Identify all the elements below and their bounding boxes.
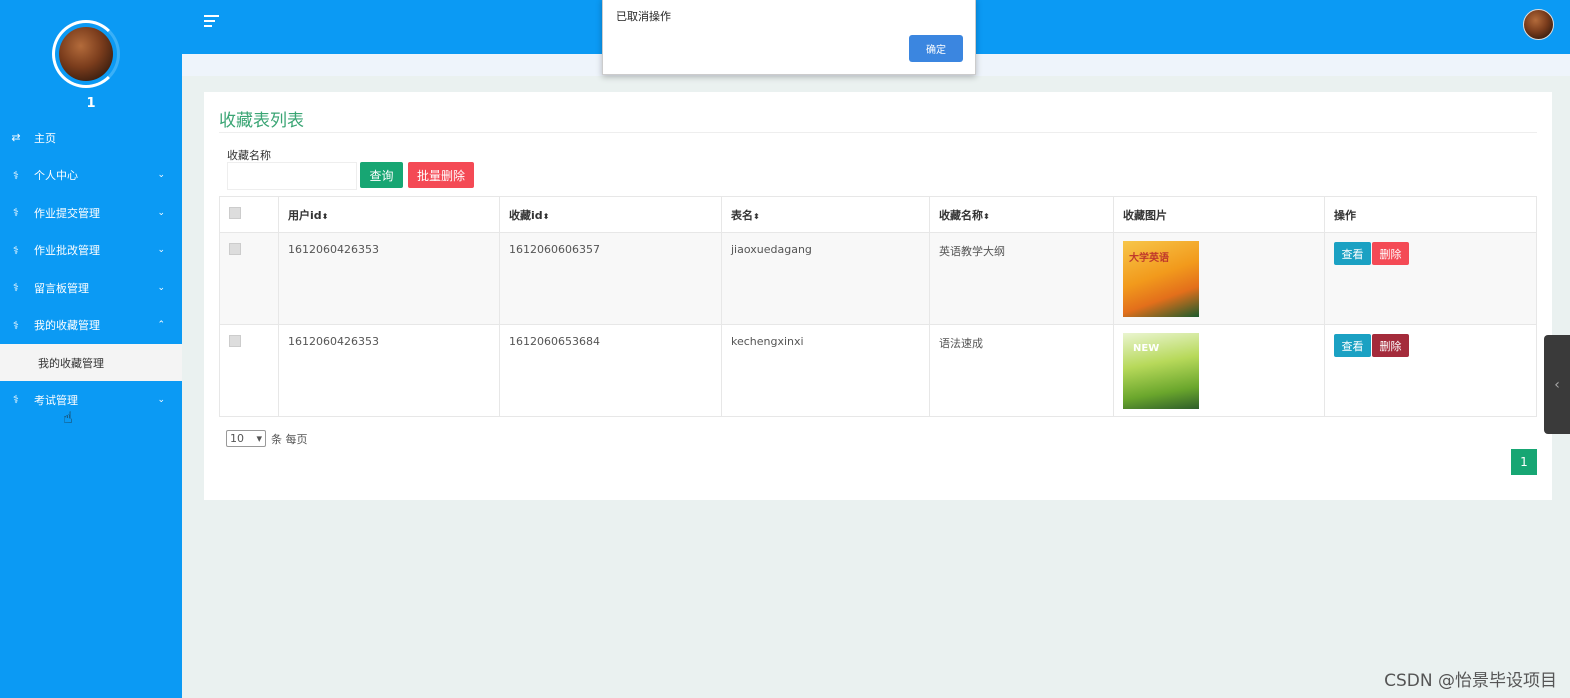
header-user-id[interactable]: 用户id⬍: [278, 196, 500, 233]
header-actions: 操作: [1324, 196, 1537, 233]
sidebar-menu: ⇄ 主页 ⚕ 个人中心 ⌄ ⚕ 作业提交管理 ⌄ ⚕ 作业批改管理 ⌄ ⚕ 留言…: [0, 119, 182, 419]
cell-user-id: 1612060426353: [278, 232, 500, 325]
cell-fav-image: 大学英语: [1113, 232, 1325, 325]
book-cover-image[interactable]: 大学英语: [1123, 241, 1199, 317]
stethoscope-icon: ⚕: [13, 168, 19, 182]
page-size-select[interactable]: 10 ▾: [226, 430, 266, 447]
page-title: 收藏表列表: [219, 111, 304, 131]
stethoscope-icon: ⚕: [13, 243, 19, 257]
alert-ok-button[interactable]: 确定: [909, 35, 963, 62]
header-fav-id[interactable]: 收藏id⬍: [499, 196, 722, 233]
batch-delete-button[interactable]: 批量删除: [408, 162, 474, 188]
sidebar-item-label: 我的收藏管理: [34, 319, 100, 333]
divider: [219, 132, 1537, 133]
swap-icon: ⇄: [11, 131, 21, 145]
hand-cursor-icon: ☝: [63, 408, 73, 427]
delete-button[interactable]: 删除: [1372, 334, 1409, 357]
sidebar-item-exam-management[interactable]: ⚕ 考试管理 ⌄: [0, 381, 182, 419]
alert-message: 已取消操作: [616, 10, 671, 23]
cell-fav-id: 1612060653684: [499, 324, 722, 417]
cell-table-name: kechengxinxi: [721, 324, 930, 417]
select-all-checkbox[interactable]: [229, 207, 241, 219]
book-cover-image[interactable]: NEW: [1123, 333, 1199, 409]
menu-toggle-icon[interactable]: [204, 15, 219, 30]
side-panel-handle[interactable]: ‹: [1544, 335, 1570, 434]
sidebar: 1 ⇄ 主页 ⚕ 个人中心 ⌄ ⚕ 作业提交管理 ⌄ ⚕ 作业批改管理 ⌄ ⚕ …: [0, 0, 182, 698]
stethoscope-icon: ⚕: [13, 318, 19, 332]
sidebar-avatar-ring: [52, 20, 120, 88]
stethoscope-icon: ⚕: [13, 206, 19, 220]
stethoscope-icon: ⚕: [13, 281, 19, 295]
delete-button[interactable]: 删除: [1372, 242, 1409, 265]
chevron-down-icon: ⌄: [157, 207, 165, 218]
watermark: CSDN @怡景毕设项目: [1384, 671, 1557, 691]
sidebar-item-label: 留言板管理: [34, 281, 89, 295]
sidebar-item-home[interactable]: ⇄ 主页: [0, 119, 182, 157]
cell-actions: 查看 删除: [1324, 232, 1537, 325]
search-label: 收藏名称: [227, 149, 271, 162]
table-row: 1612060426353 1612060653684 kechengxinxi…: [219, 324, 1537, 417]
sidebar-item-my-favorites[interactable]: ⚕ 我的收藏管理 ⌃: [0, 307, 182, 345]
chevron-down-icon: ⌄: [157, 282, 165, 293]
favorites-table: 用户id⬍ 收藏id⬍ 表名⬍ 收藏名称⬍ 收藏图片 操作 1612060426…: [219, 196, 1537, 417]
cell-fav-image: NEW: [1113, 324, 1325, 417]
sidebar-item-personal-center[interactable]: ⚕ 个人中心 ⌄: [0, 157, 182, 195]
chevron-up-icon: ⌃: [157, 320, 165, 331]
cell-fav-name: 英语教学大纲: [929, 232, 1114, 325]
sort-icon: ⬍: [321, 211, 329, 221]
view-button[interactable]: 查看: [1334, 242, 1371, 265]
book-cover-title: NEW: [1133, 343, 1160, 354]
search-input[interactable]: [227, 162, 357, 190]
sidebar-item-homework-submit[interactable]: ⚕ 作业提交管理 ⌄: [0, 194, 182, 232]
select-all-cell: [219, 196, 279, 233]
row-select-cell: [219, 232, 279, 325]
book-cover-title: 大学英语: [1129, 253, 1169, 264]
table-row: 1612060426353 1612060606357 jiaoxuedagan…: [219, 232, 1537, 325]
chevron-down-icon: ⌄: [157, 245, 165, 256]
chevron-down-icon: ⌄: [157, 170, 165, 181]
search-button[interactable]: 查询: [360, 162, 403, 188]
chevron-left-icon: ‹: [1554, 376, 1560, 393]
sort-icon: ⬍: [753, 211, 760, 221]
chevron-down-icon: ▾: [256, 432, 262, 445]
sidebar-item-label: 主页: [34, 131, 56, 145]
top-avatar[interactable]: [1523, 9, 1554, 40]
sidebar-item-message-board[interactable]: ⚕ 留言板管理 ⌄: [0, 269, 182, 307]
sidebar-item-label: 作业批改管理: [34, 244, 100, 258]
table-header-row: 用户id⬍ 收藏id⬍ 表名⬍ 收藏名称⬍ 收藏图片 操作: [219, 196, 1537, 233]
alert-dialog: 已取消操作 确定: [602, 0, 976, 75]
header-fav-image: 收藏图片: [1113, 196, 1325, 233]
row-select-cell: [219, 324, 279, 417]
cell-fav-name: 语法速成: [929, 324, 1114, 417]
sort-icon: ⬍: [542, 211, 550, 221]
avatar[interactable]: [59, 27, 113, 81]
cell-table-name: jiaoxuedagang: [721, 232, 930, 325]
favorites-panel: 收藏表列表 收藏名称 查询 批量删除 用户id⬍ 收藏id⬍ 表名⬍ 收藏名称⬍…: [204, 92, 1552, 500]
chevron-down-icon: ⌄: [157, 394, 165, 405]
submenu-item-my-favorites[interactable]: 我的收藏管理: [0, 344, 182, 381]
page-number-button[interactable]: 1: [1511, 449, 1537, 475]
view-button[interactable]: 查看: [1334, 334, 1371, 357]
page-size-suffix: 条 每页: [271, 432, 308, 446]
sidebar-item-label: 个人中心: [34, 169, 78, 183]
sidebar-item-homework-grading[interactable]: ⚕ 作业批改管理 ⌄: [0, 232, 182, 270]
user-name: 1: [86, 96, 96, 111]
row-checkbox[interactable]: [229, 243, 241, 255]
header-table-name[interactable]: 表名⬍: [721, 196, 930, 233]
sidebar-item-label: 考试管理: [34, 393, 78, 407]
cell-actions: 查看 删除: [1324, 324, 1537, 417]
header-fav-name[interactable]: 收藏名称⬍: [929, 196, 1114, 233]
cell-fav-id: 1612060606357: [499, 232, 722, 325]
cell-user-id: 1612060426353: [278, 324, 500, 417]
page-size-control: 10 ▾ 条 每页: [226, 430, 308, 447]
stethoscope-icon: ⚕: [13, 393, 19, 407]
sidebar-item-label: 作业提交管理: [34, 206, 100, 220]
row-checkbox[interactable]: [229, 335, 241, 347]
sort-icon: ⬍: [983, 211, 990, 221]
